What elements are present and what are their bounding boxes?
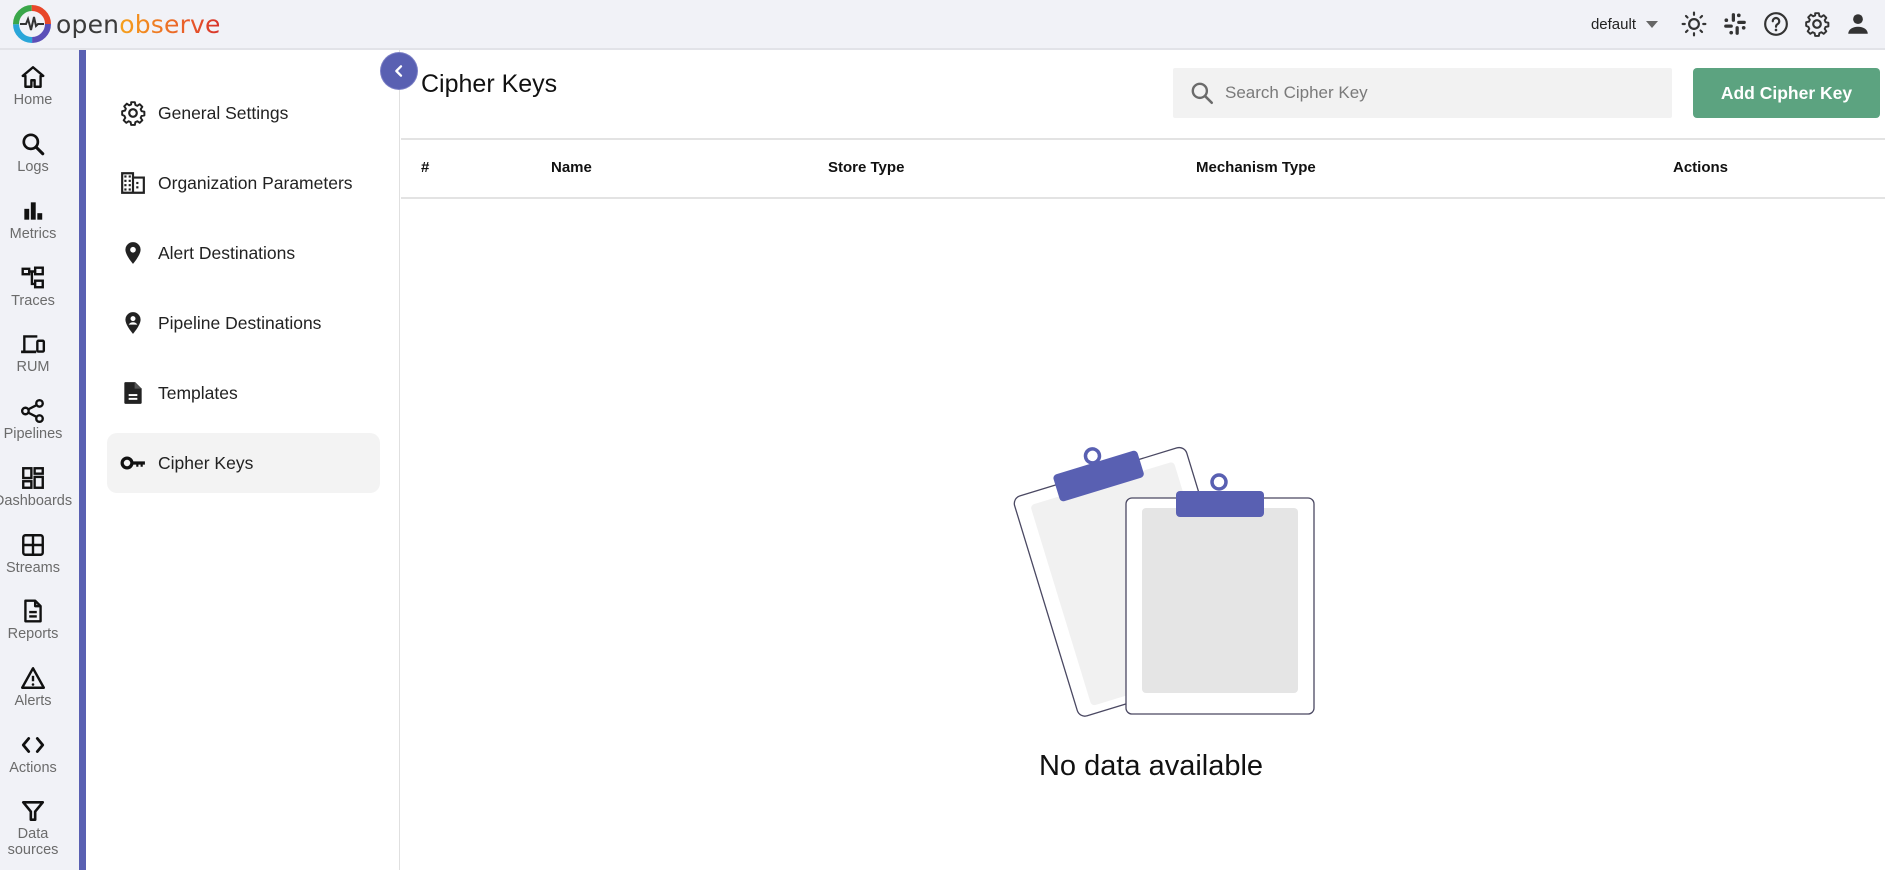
share-icon [20, 398, 44, 424]
grid-icon [22, 534, 44, 556]
sun-icon [1681, 11, 1707, 37]
nav-label: Streams [6, 560, 60, 576]
file-icon [119, 379, 147, 407]
column-header-index[interactable]: # [421, 159, 429, 176]
nav-item-rum[interactable]: RUM [0, 331, 66, 375]
column-header-store-type[interactable]: Store Type [828, 159, 904, 176]
search-field[interactable] [1173, 68, 1672, 118]
front-clipboard [1125, 473, 1315, 715]
settings-item-organization-parameters[interactable]: Organization Parameters [107, 153, 380, 213]
organization-selector[interactable]: default [1591, 16, 1658, 33]
navigation-accent-bar [79, 50, 86, 870]
code-icon [21, 737, 45, 753]
caret-down-icon [1646, 20, 1658, 28]
person-pin-icon [119, 309, 147, 337]
search-cipher-key-input[interactable] [1225, 83, 1645, 103]
header-actions: default [1591, 0, 1885, 48]
slack-button[interactable] [1721, 10, 1749, 38]
nav-label: Alerts [14, 693, 52, 709]
nav-label: sources [7, 842, 59, 858]
top-header: openobserve default [0, 0, 1885, 50]
nav-item-streams[interactable]: Streams [0, 532, 66, 576]
settings-item-label: Organization Parameters [158, 172, 353, 193]
settings-item-general-settings[interactable]: General Settings [107, 83, 380, 143]
nav-item-metrics[interactable]: Metrics [0, 198, 66, 242]
collapse-sidebar-button[interactable] [381, 53, 417, 89]
nav-label: Actions [9, 760, 57, 776]
page-title: Cipher Keys [421, 70, 558, 98]
empty-state: No data available [401, 200, 1885, 870]
nav-label: Reports [7, 626, 59, 642]
settings-item-templates[interactable]: Templates [107, 363, 380, 423]
logo-icon [13, 5, 51, 43]
settings-icon [1805, 12, 1830, 37]
logo-text: openobserve [56, 10, 221, 39]
logo-text-observe: observe [119, 9, 221, 39]
nav-label: Logs [17, 159, 49, 175]
column-header-actions: Actions [1673, 159, 1729, 176]
empty-clipboards-illustration [1013, 446, 1315, 717]
settings-item-label: Alert Destinations [158, 242, 296, 263]
nav-label: Metrics [9, 226, 57, 242]
theme-toggle-button[interactable] [1680, 10, 1708, 38]
user-icon [1848, 14, 1868, 34]
nav-item-reports[interactable]: Reports [0, 598, 66, 642]
nav-label: Traces [11, 293, 55, 309]
user-menu-button[interactable] [1844, 10, 1872, 38]
column-header-name[interactable]: Name [551, 159, 592, 176]
nav-label: Dashboards [0, 493, 73, 509]
empty-state-message: No data available [1038, 750, 1264, 782]
nav-label: Data [17, 826, 49, 842]
help-icon [1764, 12, 1788, 36]
nav-item-logs[interactable]: Logs [0, 131, 66, 175]
dashboard-icon [22, 467, 44, 489]
nav-item-home[interactable]: Home [0, 64, 66, 108]
chevron-left-icon [395, 65, 403, 77]
home-icon [21, 66, 45, 88]
settings-sidebar: General Settings Organization Parameters… [86, 50, 400, 870]
account-tree-icon [21, 266, 44, 289]
logo-text-open: open [56, 9, 120, 39]
settings-button[interactable] [1803, 10, 1831, 38]
nav-item-data-sources[interactable]: Data sources [0, 798, 66, 858]
filter-icon [21, 801, 45, 821]
location-pin-icon [119, 239, 147, 267]
nav-label: Pipelines [3, 426, 63, 442]
nav-item-dashboards[interactable]: Dashboards [0, 465, 72, 509]
nav-item-alerts[interactable]: Alerts [0, 665, 66, 709]
key-icon [119, 449, 147, 477]
openobserve-logo[interactable]: openobserve [12, 5, 221, 43]
nav-label: Home [13, 92, 53, 108]
organization-selector-value: default [1590, 15, 1636, 33]
settings-item-label: Templates [158, 382, 238, 403]
help-button[interactable] [1762, 10, 1790, 38]
nav-item-traces[interactable]: Traces [0, 265, 66, 309]
settings-item-label: General Settings [158, 102, 289, 123]
left-navigation: Home Logs Metrics Traces RUM Pipelines D… [0, 50, 80, 870]
settings-item-cipher-keys[interactable]: Cipher Keys [107, 433, 380, 493]
main-content: Cipher Keys Add Cipher Key # Name Store … [401, 50, 1885, 870]
settings-item-pipeline-destinations[interactable]: Pipeline Destinations [107, 293, 380, 353]
building-icon [119, 169, 147, 197]
devices-icon [21, 335, 46, 354]
nav-label: RUM [16, 359, 50, 375]
bar-chart-icon [24, 202, 43, 220]
slack-icon [1724, 13, 1746, 35]
search-icon [22, 133, 45, 156]
nav-item-actions[interactable]: Actions [0, 732, 66, 776]
search-icon [1191, 82, 1214, 105]
add-cipher-key-button[interactable]: Add Cipher Key [1693, 68, 1880, 118]
warning-icon [20, 667, 46, 689]
table-header: # Name Store Type Mechanism Type Actions [401, 138, 1885, 199]
settings-item-label: Cipher Keys [158, 452, 254, 473]
document-icon [24, 599, 42, 623]
gear-icon [119, 99, 147, 127]
nav-item-pipelines[interactable]: Pipelines [0, 398, 66, 442]
column-header-mechanism-type[interactable]: Mechanism Type [1196, 159, 1316, 176]
settings-item-label: Pipeline Destinations [158, 312, 322, 333]
settings-item-alert-destinations[interactable]: Alert Destinations [107, 223, 380, 283]
